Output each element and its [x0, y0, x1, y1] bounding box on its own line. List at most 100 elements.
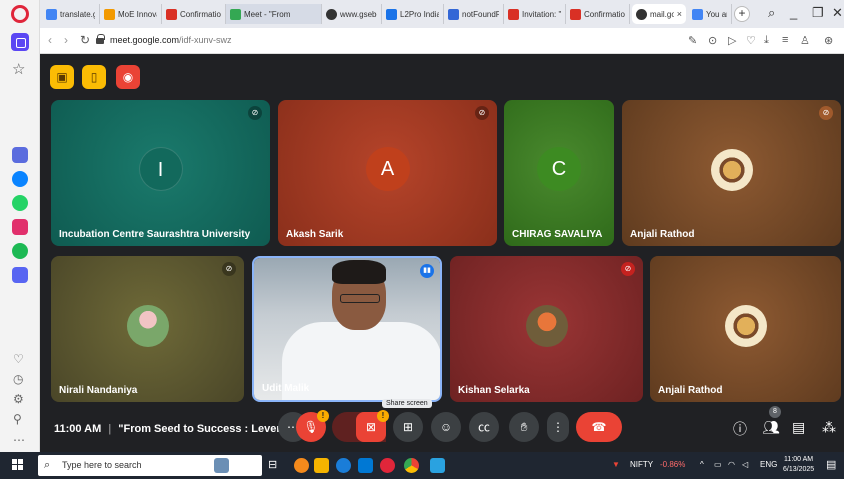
volume-icon[interactable]: ◁: [742, 460, 748, 469]
emoji-button[interactable]: ☺: [431, 412, 461, 442]
tab-translate[interactable]: translate.go: [42, 4, 100, 24]
tab-invitation[interactable]: Invitation: "I: [504, 4, 566, 24]
participant-tile[interactable]: Anjali Rathod: [650, 256, 841, 402]
tab-mail-active[interactable]: mail.goo ×: [632, 4, 686, 24]
tab-label: notFoundPa: [462, 9, 499, 19]
search-icon: ⌕: [44, 459, 51, 471]
tab-l2pro[interactable]: L2Pro India: [382, 4, 444, 24]
mic-off-icon: ⊘: [819, 106, 833, 120]
url-field[interactable]: meet.google.com/idf-xunv-swz: [110, 35, 232, 45]
history-icon[interactable]: ◷: [13, 372, 23, 386]
opera-logo-icon[interactable]: [11, 5, 29, 23]
search-placeholder: Type here to search: [62, 460, 142, 470]
forward-icon[interactable]: ›: [64, 33, 68, 47]
share-screen-button[interactable]: ⊞: [393, 412, 423, 442]
separator: |: [108, 423, 112, 435]
edit-icon[interactable]: ✎: [688, 34, 697, 47]
tray-chevron-icon[interactable]: ^: [700, 460, 704, 469]
tab-signin[interactable]: You are sign: [688, 4, 732, 24]
language-indicator[interactable]: ENG: [760, 460, 777, 469]
participant-tile[interactable]: A ⊘ Akash Sarik: [278, 100, 497, 246]
tab-label: Confirmatio: [180, 9, 221, 19]
tab-label: L2Pro India: [400, 9, 439, 19]
task-view-icon[interactable]: ⊟: [268, 458, 283, 473]
opera-icon[interactable]: [380, 458, 395, 473]
participant-tile[interactable]: ⊘ Anjali Rathod: [622, 100, 841, 246]
spotify-icon[interactable]: [12, 243, 28, 259]
mic-off-icon: ⊘: [248, 106, 262, 120]
people-icon[interactable]: 👥︎: [762, 419, 780, 436]
more-icon[interactable]: …: [13, 430, 25, 444]
meeting-title: "From Seed to Success : Lever...: [118, 423, 290, 435]
profile-icon[interactable]: ♙: [800, 34, 810, 47]
clock[interactable]: 11:00 AM 6/13/2025: [783, 455, 814, 475]
instagram-icon[interactable]: [12, 219, 28, 235]
raise-hand-button[interactable]: ✋︎: [509, 412, 539, 442]
vpn-icon[interactable]: ⊛: [824, 34, 833, 47]
participant-tile[interactable]: C CHIRAG SAVALIYA: [504, 100, 614, 246]
reload-icon[interactable]: ↻: [80, 33, 90, 47]
restore-icon[interactable]: ❐: [812, 5, 824, 21]
file-explorer-icon[interactable]: [314, 458, 329, 473]
participant-tile[interactable]: ⊘ Kishan Selarka: [450, 256, 643, 402]
lock-icon: [96, 34, 105, 44]
participant-tile[interactable]: ⊘ Nirali Nandaniya: [51, 256, 244, 402]
bookmark-star-icon[interactable]: ☆: [12, 60, 25, 78]
search-tabs-icon[interactable]: ⌕: [768, 5, 775, 21]
clock-date: 6/13/2025: [783, 466, 815, 473]
camera-icon[interactable]: ⊙: [708, 34, 717, 47]
search-highlight-icon: [214, 458, 229, 473]
captions-button[interactable]: ㏄: [469, 412, 499, 442]
leave-call-button[interactable]: ☎: [576, 412, 622, 442]
more-options-button[interactable]: ⋮: [547, 412, 569, 442]
info-icon[interactable]: ⓘ: [733, 419, 747, 439]
messenger-icon[interactable]: [12, 171, 28, 187]
app-icon[interactable]: [430, 458, 445, 473]
player-icon[interactable]: [12, 267, 28, 283]
aria-icon[interactable]: [12, 147, 28, 163]
tab-gseb[interactable]: www.gsebe: [322, 4, 382, 24]
clock-time: 11:00 AM: [784, 456, 814, 463]
tab-moe[interactable]: MoE Innova: [100, 4, 162, 24]
widgets-icon[interactable]: [294, 458, 309, 473]
stock-label[interactable]: NIFTY: [630, 460, 653, 469]
tab-confirmation[interactable]: Confirmatio: [162, 4, 226, 24]
mic-off-icon: ⊘: [222, 262, 236, 276]
wifi-icon[interactable]: ◠: [728, 460, 735, 469]
record-icon[interactable]: ◉: [116, 65, 140, 89]
hand-raise-off-icon[interactable]: ▣: [50, 65, 74, 89]
settings-icon[interactable]: ⚙: [13, 392, 24, 406]
store-icon[interactable]: [358, 458, 373, 473]
pin-icon[interactable]: ⚲: [13, 412, 22, 426]
windows-start-icon[interactable]: [12, 459, 24, 471]
participant-count-badge: 8: [769, 406, 781, 418]
notifications-icon[interactable]: ▤: [826, 458, 836, 471]
gmail-icon: [570, 8, 581, 20]
battery-icon[interactable]: ▭: [714, 460, 722, 469]
chat-icon[interactable]: ▤: [792, 419, 805, 436]
whatsapp-icon[interactable]: [12, 195, 28, 211]
close-tab-icon[interactable]: ×: [677, 9, 682, 19]
door-icon[interactable]: ▯: [82, 65, 106, 89]
tab-confirmation-2[interactable]: Confirmatio: [566, 4, 630, 24]
play-icon[interactable]: ▷: [728, 34, 736, 47]
close-window-icon[interactable]: ✕: [832, 5, 843, 21]
tab-favicon: [326, 8, 337, 20]
heart-icon[interactable]: ♡: [13, 352, 24, 366]
tab-notfound[interactable]: notFoundPa: [444, 4, 504, 24]
tab-meet[interactable]: Meet - "From: [226, 4, 322, 24]
mic-off-icon: ⊘: [621, 262, 635, 276]
participant-video-tile[interactable]: ▮▮ Udit Malik: [252, 256, 442, 402]
workspace-icon[interactable]: [11, 33, 29, 51]
download-icon[interactable]: ⤓: [764, 34, 769, 47]
new-tab-button[interactable]: +: [734, 6, 750, 22]
minimize-icon[interactable]: _: [790, 5, 797, 20]
activities-icon[interactable]: ⁂: [822, 419, 836, 436]
easy-setup-icon[interactable]: ≡: [782, 34, 788, 46]
participant-tile[interactable]: I ⊘ Incubation Centre Saurashtra Univers…: [51, 100, 270, 246]
back-icon[interactable]: ‹: [48, 33, 52, 47]
heart-icon[interactable]: ♡: [746, 34, 756, 47]
mic-off-icon: ⊘: [475, 106, 489, 120]
edge-icon[interactable]: [336, 458, 351, 473]
chrome-icon[interactable]: [404, 458, 419, 473]
